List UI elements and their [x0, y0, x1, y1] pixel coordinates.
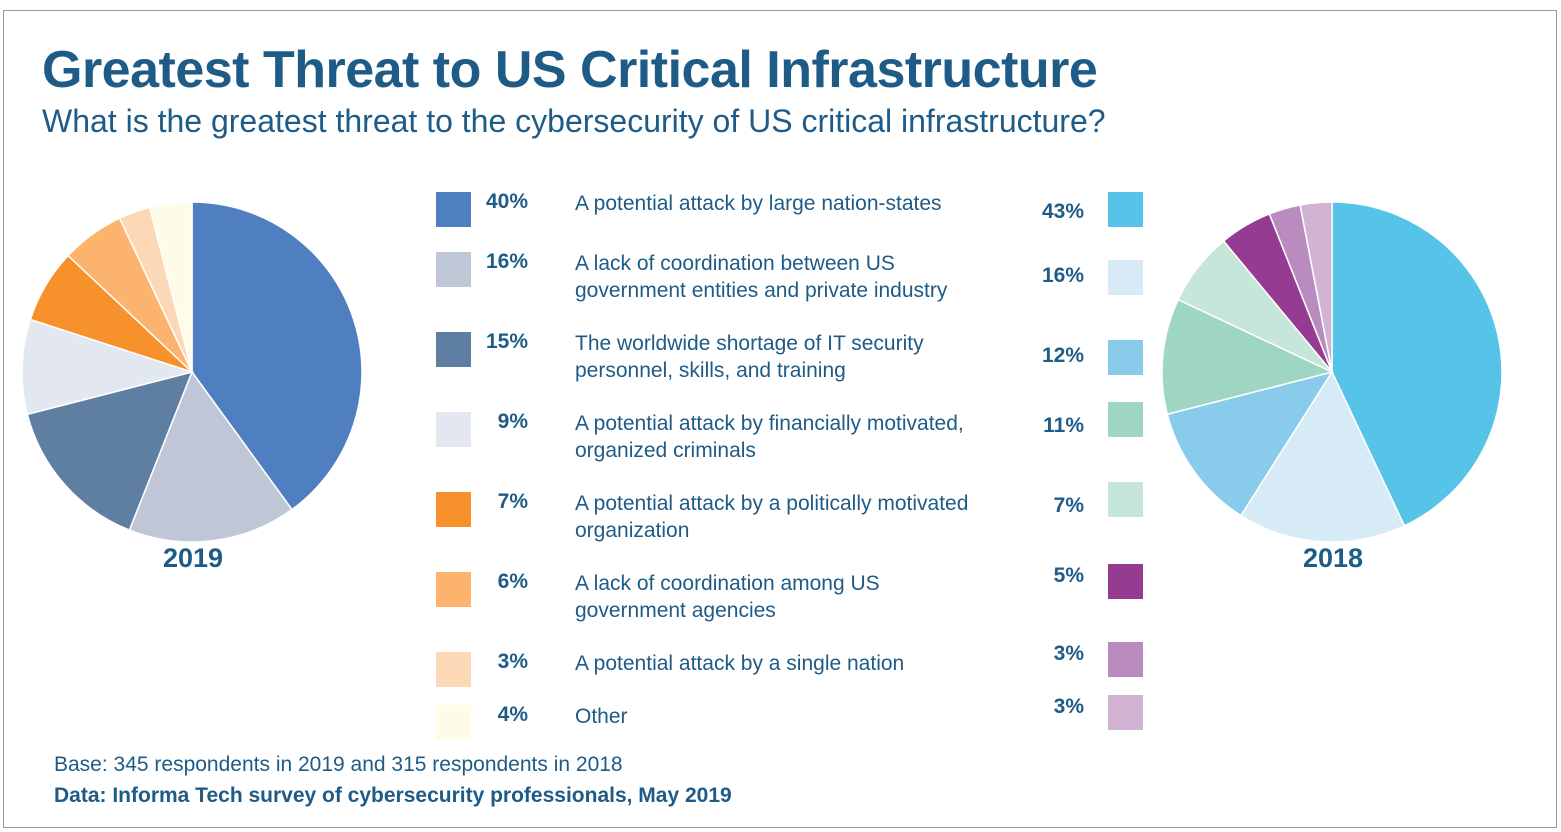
- legend-swatch-2018: [1108, 695, 1143, 730]
- legend-category-label: Other: [575, 705, 628, 728]
- chart-title: Greatest Threat to US Critical Infrastru…: [42, 41, 1098, 99]
- legend-swatch-2018: [1108, 642, 1143, 677]
- legend-swatch-2018: [1108, 402, 1143, 437]
- value-label-2019: 9%: [497, 410, 528, 433]
- legend-swatch-2018: [1108, 564, 1143, 599]
- value-label-2019: 6%: [497, 570, 528, 593]
- base-note: Base: 345 respondents in 2019 and 315 re…: [54, 753, 623, 776]
- value-label-2018: 7%: [1053, 494, 1084, 517]
- legend-swatch-2018: [1108, 340, 1143, 375]
- value-label-2018: 43%: [1041, 200, 1084, 223]
- legend-category-label: A potential attack by large nation-state…: [575, 192, 942, 215]
- legend-category-label: A lack of coordination between US govern…: [575, 252, 948, 302]
- value-label-2018: 12%: [1041, 344, 1084, 367]
- value-label-2019: 40%: [485, 190, 528, 213]
- legend-row: 9% A potential attack by financially moti…: [0, 402, 1561, 482]
- legend-category-label: A lack of coordination among US governme…: [575, 572, 880, 622]
- legend-category-label: The worldwide shortage of IT security pe…: [575, 332, 924, 382]
- legend-category-label: A potential attack by financially motiva…: [575, 412, 964, 462]
- value-label-2018: 11%: [1043, 414, 1084, 437]
- value-label-2018: 5%: [1053, 564, 1084, 587]
- legend-swatch-2018: [1108, 260, 1143, 295]
- value-label-2019: 3%: [497, 650, 528, 673]
- value-label-2019: 15%: [485, 330, 528, 353]
- source-note: Data: Informa Tech survey of cybersecuri…: [54, 784, 732, 807]
- legend-row: 7% A potential attack by a politically mo…: [0, 482, 1561, 562]
- legend-row: 15% The worldwide shortage of IT security…: [0, 330, 1561, 402]
- legend-swatch-2018: [1108, 192, 1143, 227]
- legend-category-label: A potential attack by a single nation: [575, 652, 905, 675]
- legend-category-label: A potential attack by a politically moti…: [575, 492, 969, 542]
- value-label-2019: 4%: [497, 703, 528, 726]
- value-label-2018: 3%: [1053, 642, 1084, 665]
- legend-row: 16% A lack of coordination between US gov…: [0, 250, 1561, 322]
- value-label-2018: 16%: [1041, 264, 1084, 287]
- legend-row: 6% A lack of coordination among US govern…: [0, 564, 1561, 642]
- chart-subtitle: What is the greatest threat to the cyber…: [42, 103, 1106, 139]
- value-label-2019: 16%: [485, 250, 528, 273]
- legend-swatch-2018: [1108, 482, 1143, 517]
- value-label-2019: 7%: [497, 490, 528, 513]
- value-label-2018: 3%: [1053, 695, 1084, 718]
